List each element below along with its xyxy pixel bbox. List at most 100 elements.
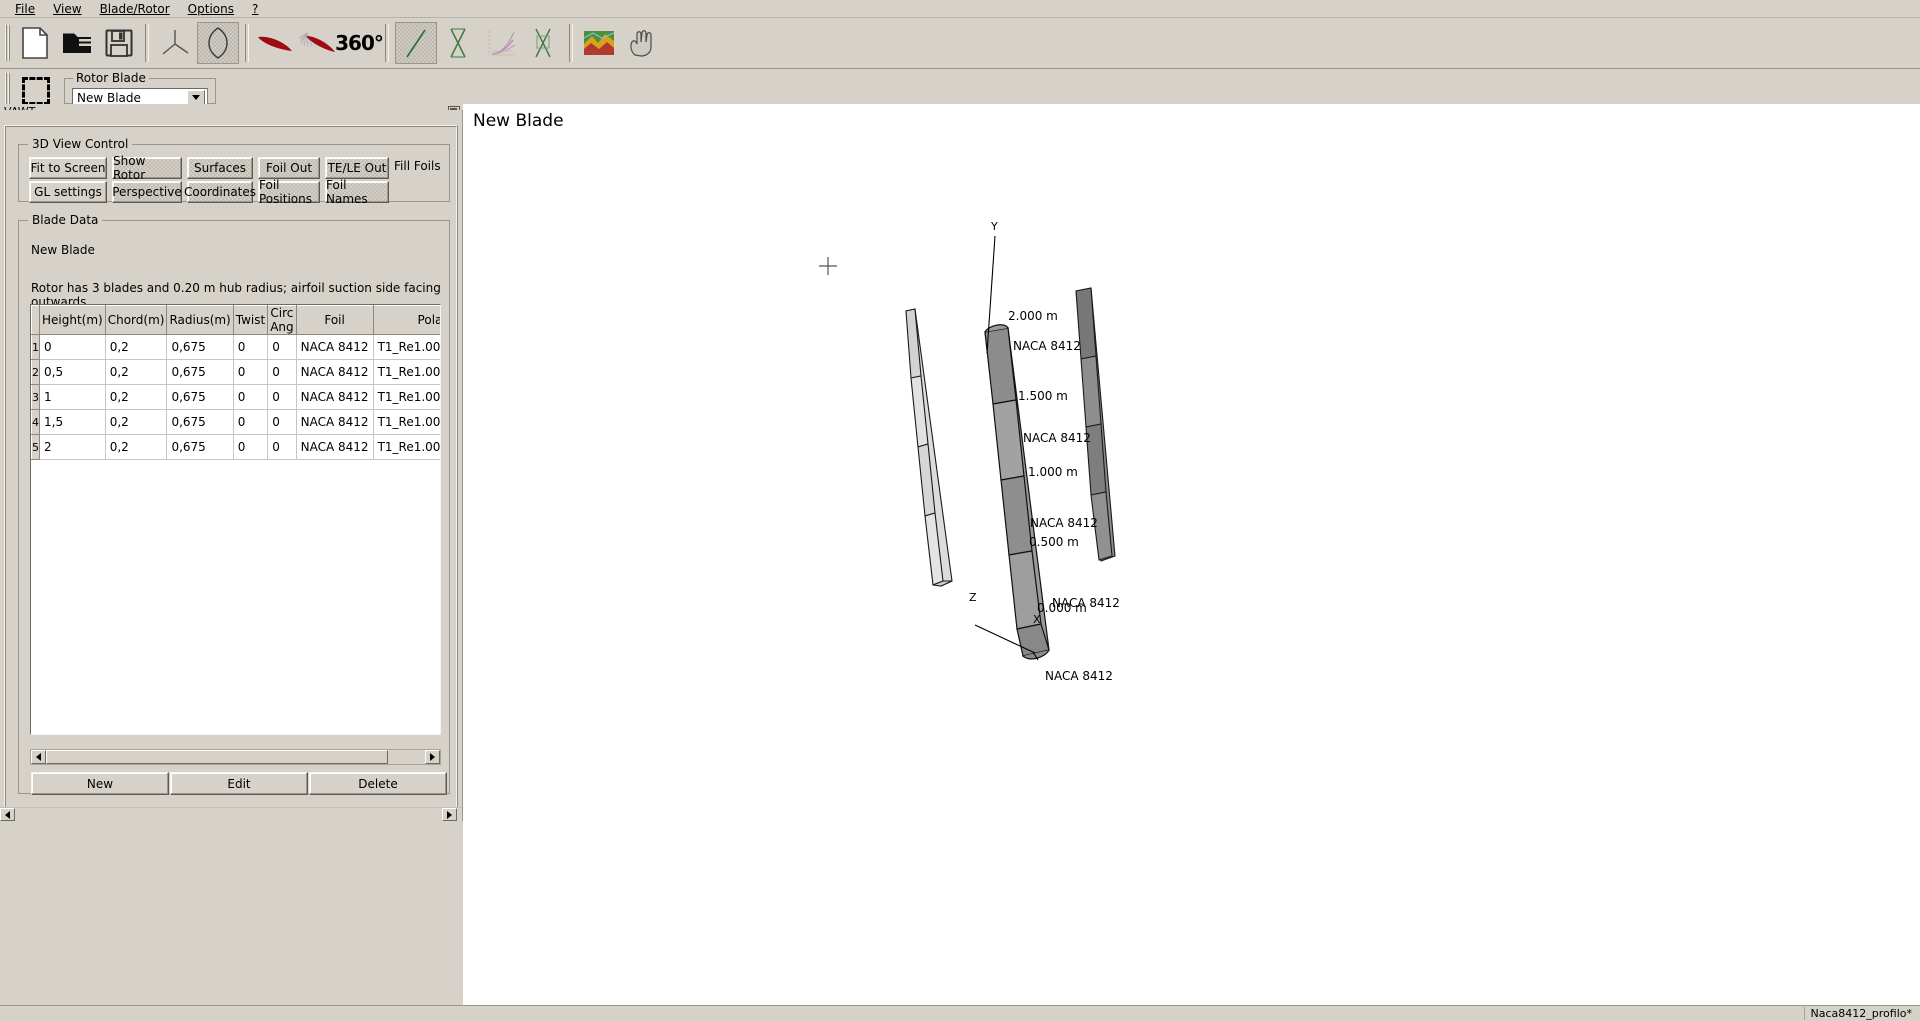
table-row[interactable]: 2 0,5 0,2 0,675 0 0 NACA 8412 T1_Re1.000… <box>31 359 440 385</box>
show-rotor-button[interactable]: Show Rotor <box>112 154 182 182</box>
cell-chord[interactable]: 0,2 <box>105 359 168 385</box>
table-row[interactable]: 5 2 0,2 0,675 0 0 NACA 8412 T1_Re1.000_M… <box>31 434 440 460</box>
cell-circang[interactable]: 0 <box>267 334 297 360</box>
rotor-blade-select-value: New Blade <box>77 90 141 105</box>
foil-names-button[interactable]: Foil Names <box>325 178 389 206</box>
crosshair-cursor <box>819 257 837 275</box>
cell-height[interactable]: 2 <box>39 434 106 460</box>
blade-sections-table-wrap[interactable]: Height(m) Chord(m) Radius(m) Twist Circ … <box>30 304 441 735</box>
cell-foil[interactable]: NACA 8412 <box>296 384 374 410</box>
cell-circang[interactable]: 0 <box>267 384 297 410</box>
rotor-bem-simulation-icon[interactable] <box>395 22 437 64</box>
cell-height[interactable]: 0 <box>39 334 106 360</box>
airfoil-design-icon[interactable] <box>255 23 295 63</box>
dock-scroll-left-icon[interactable] <box>0 808 15 821</box>
toolbar-drag-handle[interactable] <box>4 23 10 63</box>
cell-radius[interactable]: 0,675 <box>166 384 234 410</box>
table-header-row: Height(m) Chord(m) Radius(m) Twist Circ … <box>31 305 440 335</box>
perspective-button[interactable]: Perspective <box>112 181 182 203</box>
rotor-blade-design-icon[interactable] <box>155 23 195 63</box>
cell-polar[interactable]: T1_Re1.000_M0.... <box>373 334 440 360</box>
cell-twist[interactable]: 0 <box>233 434 269 460</box>
new-section-button[interactable]: New <box>31 772 169 795</box>
row-number: 2 <box>31 359 40 385</box>
menu-file[interactable]: File <box>6 1 44 17</box>
foil-positions-button[interactable]: Foil Positions <box>258 178 320 206</box>
cell-circang[interactable]: 0 <box>267 434 297 460</box>
characteristic-simulation-icon[interactable] <box>523 23 563 63</box>
te-le-out-button[interactable]: TE/LE Out <box>325 157 389 179</box>
360-polar-extrapolation-icon[interactable]: 360° <box>335 23 384 63</box>
turbine-bem-simulation-icon[interactable] <box>439 23 479 63</box>
table-row[interactable]: 1 0 0,2 0,675 0 0 NACA 8412 T1_Re1.000_M… <box>31 334 440 360</box>
vawt-blade-design-icon[interactable] <box>197 22 239 64</box>
cell-polar[interactable]: T1_Re1.000_M0.... <box>373 359 440 385</box>
view-control-group-title: 3D View Control <box>28 137 133 151</box>
save-project-icon[interactable] <box>99 23 139 63</box>
cell-circang[interactable]: 0 <box>267 359 297 385</box>
cell-twist[interactable]: 0 <box>233 409 269 435</box>
cell-chord[interactable]: 0,2 <box>105 434 168 460</box>
cell-radius[interactable]: 0,675 <box>166 359 234 385</box>
new-project-icon[interactable] <box>15 23 55 63</box>
cell-polar[interactable]: T1_Re1.000_M0.... <box>373 409 440 435</box>
col-header-polar[interactable]: Polar <box>372 305 440 335</box>
coordinates-button[interactable]: Coordinates <box>184 181 256 203</box>
cell-height[interactable]: 0,5 <box>39 359 106 385</box>
xfoil-direct-analysis-icon[interactable] <box>297 23 337 63</box>
scroll-right-icon[interactable] <box>425 750 440 764</box>
cell-chord[interactable]: 0,2 <box>105 384 168 410</box>
cell-radius[interactable]: 0,675 <box>166 409 234 435</box>
scroll-left-icon[interactable] <box>31 750 46 764</box>
cell-radius[interactable]: 0,675 <box>166 434 234 460</box>
cell-radius[interactable]: 0,675 <box>166 334 234 360</box>
multi-parameter-bem-icon[interactable] <box>481 23 521 63</box>
cell-polar[interactable]: T1_Re1.000_M0.... <box>373 384 440 410</box>
cell-height[interactable]: 1,5 <box>39 409 106 435</box>
table-row[interactable]: 4 1,5 0,2 0,675 0 0 NACA 8412 T1_Re1.000… <box>31 409 440 435</box>
show-hand-tool-icon[interactable] <box>621 23 661 63</box>
rotor-blade-group: Rotor Blade New Blade <box>64 70 216 108</box>
menu-blade-rotor[interactable]: Blade/Rotor <box>91 1 179 17</box>
cell-foil[interactable]: NACA 8412 <box>296 359 374 385</box>
table-row[interactable]: 3 1 0,2 0,675 0 0 NACA 8412 T1_Re1.000_M… <box>31 384 440 410</box>
edit-section-button[interactable]: Edit <box>170 772 308 795</box>
foil-name-label-4: NACA 8412 <box>1052 596 1120 610</box>
position-label-1000: 1.000 m <box>1028 465 1078 479</box>
cell-twist[interactable]: 0 <box>233 334 269 360</box>
qfem-structural-icon[interactable] <box>579 23 619 63</box>
surfaces-button[interactable]: Surfaces <box>187 157 253 179</box>
menu-help[interactable]: ? <box>243 1 267 17</box>
gl-settings-button[interactable]: GL settings <box>29 181 107 203</box>
menu-view[interactable]: View <box>44 1 90 17</box>
open-project-icon[interactable] <box>57 23 97 63</box>
dock-hscrollbar[interactable] <box>0 807 462 821</box>
hscroll-thumb[interactable] <box>46 750 388 764</box>
col-header-circang[interactable]: Circ Ang <box>267 305 297 335</box>
left-panel-frame: 3D View Control Fit to Screen Show Rotor… <box>4 125 458 809</box>
menu-options[interactable]: Options <box>179 1 243 17</box>
cell-polar[interactable]: T1_Re1.000_M0.... <box>373 434 440 460</box>
cell-foil[interactable]: NACA 8412 <box>296 434 374 460</box>
cell-chord[interactable]: 0,2 <box>105 409 168 435</box>
toolbar-separator-3 <box>385 24 389 62</box>
blade-3d-viewport[interactable]: New Blade Y Z X 2.000 m 1.500 m 1.000 m … <box>463 104 1920 1006</box>
delete-section-button[interactable]: Delete <box>309 772 447 795</box>
cell-foil[interactable]: NACA 8412 <box>296 334 374 360</box>
dock-scroll-right-icon[interactable] <box>442 808 457 821</box>
cell-foil[interactable]: NACA 8412 <box>296 409 374 435</box>
col-header-foil[interactable]: Foil <box>295 305 374 335</box>
cell-twist[interactable]: 0 <box>233 384 269 410</box>
col-header-radius[interactable]: Radius(m) <box>166 305 234 335</box>
fit-to-screen-button[interactable]: Fit to Screen <box>29 157 107 179</box>
cell-circang[interactable]: 0 <box>267 409 297 435</box>
foil-out-button[interactable]: Foil Out <box>258 157 320 179</box>
col-header-twist[interactable]: Twist <box>232 305 269 335</box>
col-header-chord[interactable]: Chord(m) <box>104 305 168 335</box>
cell-height[interactable]: 1 <box>39 384 106 410</box>
cell-chord[interactable]: 0,2 <box>105 334 168 360</box>
col-header-height[interactable]: Height(m) <box>39 305 106 335</box>
cell-twist[interactable]: 0 <box>233 359 269 385</box>
blade-sections-table[interactable]: Height(m) Chord(m) Radius(m) Twist Circ … <box>31 305 440 460</box>
table-hscrollbar[interactable] <box>30 749 441 765</box>
